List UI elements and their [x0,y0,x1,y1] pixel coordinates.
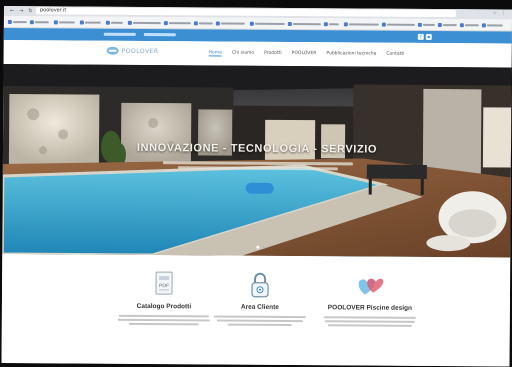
bookmark-icon [459,22,464,27]
hearts-icon [355,272,385,298]
nav-item-prodotti[interactable]: Prodotti [264,51,282,57]
svg-text:PDF: PDF [159,283,169,289]
bookmark-item[interactable] [53,19,75,24]
address-text: poolover.it [39,7,67,14]
bookmark-item[interactable] [343,21,379,26]
nav-item-poolover[interactable]: POOLOVER [292,51,317,57]
feature-description [109,314,219,326]
browser-actions: ☆ ⋮ [492,10,506,16]
address-bar[interactable]: poolover.it [35,7,456,18]
site-logo[interactable]: POOLOVER [106,46,159,55]
bookmark-icon [193,20,198,25]
bookmark-icon [29,19,34,24]
nav-item-pubblicazioni[interactable]: Pubblicazioni tecniche [326,51,376,57]
feature-title: Area Cliente [240,303,279,311]
bookmark-item[interactable] [193,20,213,25]
feature-area-cliente[interactable]: Area Cliente [205,271,315,328]
bookmark-icon [79,20,84,25]
topbar-phone[interactable] [103,32,136,36]
browser-nav-buttons: ← → ↻ [10,8,33,14]
bookmark-icon [343,21,348,26]
bookmark-icon [7,19,12,24]
social-icon[interactable]: ▪ [425,33,432,40]
reload-icon[interactable]: ↻ [28,8,32,14]
browser-window: ← → ↻ poolover.it ☆ ⋮ f ▪ POOLOVER Home … [1,6,512,367]
bookmark-item[interactable] [287,21,321,26]
hero-subtitle [153,159,363,172]
pdf-document-icon: PDF [152,271,176,297]
bookmark-item[interactable] [127,20,161,25]
nav-item-contatti[interactable]: Contatti [386,52,404,58]
forward-icon[interactable]: → [19,8,23,14]
bookmark-item[interactable] [29,19,49,24]
bookmark-item[interactable] [7,19,27,24]
feature-title: Catalogo Prodotti [136,302,192,311]
hero-cta-button[interactable] [245,182,274,194]
menu-icon[interactable]: ⋮ [501,10,506,16]
bookmark-item[interactable] [417,22,435,27]
feature-description [315,316,425,327]
bookmark-item[interactable] [79,20,101,25]
bookmark-item[interactable] [249,21,285,26]
hero-slider: INNOVAZIONE - TECNOLOGIA - SERVIZIO [2,63,512,258]
feature-title: POOLOVER Piscine design [327,304,413,312]
slider-dots [256,245,266,249]
bookmark-icon [287,21,292,26]
bookmark-item[interactable] [163,20,191,25]
bookmark-icon [105,20,110,25]
bookmark-icon [249,21,254,26]
bookmark-icon [53,19,58,24]
bookmark-item[interactable] [481,22,503,27]
logo-text: POOLOVER [121,47,159,55]
bookmark-item[interactable] [437,22,457,27]
topbar-contacts [103,32,176,37]
bookmark-icon [481,22,486,27]
logo-mark-icon [106,46,119,55]
topbar-email[interactable] [143,32,176,37]
star-icon[interactable]: ☆ [492,10,497,16]
slider-dot[interactable] [256,245,260,249]
bookmark-icon [381,22,386,27]
facebook-icon[interactable]: f [417,33,424,40]
slider-dot[interactable] [262,245,266,249]
bookmark-icon [163,20,168,25]
padlock-icon [248,272,272,298]
bookmark-item[interactable] [105,20,123,25]
feature-description [205,315,315,327]
nav-item-home[interactable]: Home [208,50,222,57]
back-icon[interactable]: ← [10,8,14,14]
bookmark-item[interactable] [215,20,245,26]
bookmark-item[interactable] [323,21,339,26]
features-section: PDF Catalogo Prodotti Area Cliente POOLO… [1,253,511,367]
bookmark-icon [127,20,132,25]
bookmark-icon [417,22,422,27]
bookmark-icon [215,20,220,26]
feature-piscine-design[interactable]: POOLOVER Piscine design [315,272,425,329]
nav-item-chi-siamo[interactable]: Chi siamo [232,51,254,57]
bookmark-item[interactable] [459,22,479,27]
main-nav: Home Chi siamo Prodotti POOLOVER Pubblic… [208,50,404,58]
feature-catalogo[interactable]: PDF Catalogo Prodotti [109,271,219,328]
bookmark-icon [437,22,442,27]
bookmark-icon [323,21,328,26]
bookmark-item[interactable] [381,22,415,27]
topbar-social: f ▪ [417,33,432,40]
